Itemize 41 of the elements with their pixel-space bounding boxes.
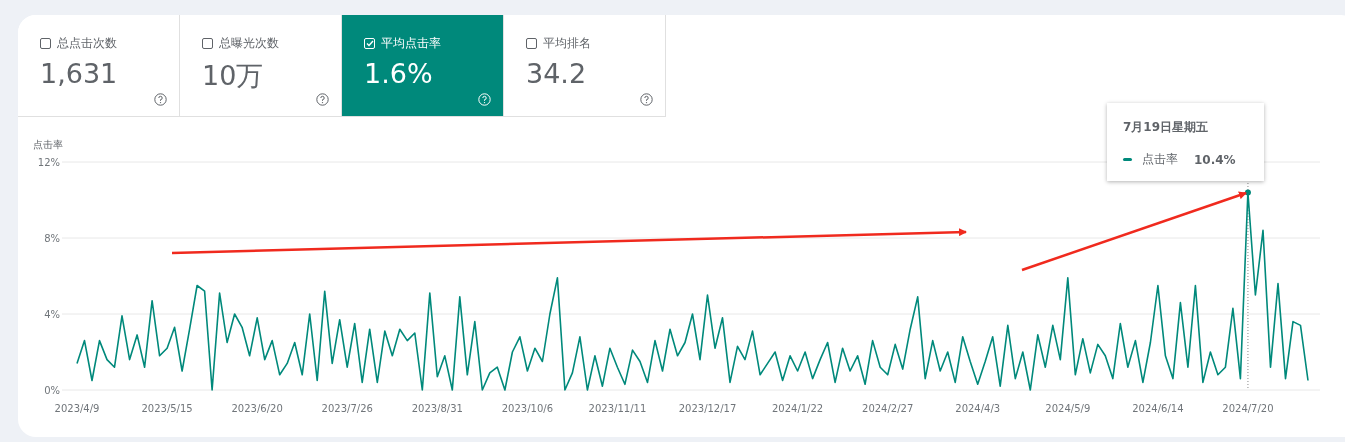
tick-label: 2024/6/14 — [1132, 403, 1184, 414]
tick-label: 2024/4/3 — [955, 403, 1001, 414]
checkbox[interactable] — [526, 38, 537, 49]
tick-label: 2023/12/17 — [678, 403, 737, 414]
metric-tab[interactable]: 总曝光次数 10万 — [180, 15, 342, 117]
metric-value: 34.2 — [526, 58, 588, 89]
checkbox[interactable] — [202, 38, 213, 49]
tick-label: 2023/11/11 — [588, 403, 647, 414]
tick-label: 2024/1/22 — [771, 403, 824, 414]
tooltip-date: 7月19日星期五 — [1123, 119, 1210, 136]
axis-title: 点击率 — [33, 139, 63, 150]
help-icon[interactable] — [316, 93, 329, 106]
tooltip-value: 10.4% — [1194, 152, 1236, 167]
tick-label: 2023/4/9 — [54, 403, 100, 414]
metric-label: 平均排名 — [543, 35, 591, 52]
tick-label: 2023/7/26 — [321, 403, 373, 414]
help-icon[interactable] — [640, 93, 653, 106]
metric-label: 总点击次数 — [57, 35, 117, 52]
tick-label: 2023/5/15 — [141, 403, 193, 414]
tick-label: 2023/10/6 — [501, 403, 553, 414]
tick-label: 2023/6/20 — [231, 403, 283, 414]
series-label: 点击率 — [1142, 151, 1178, 168]
tick-label: 2024/7/20 — [1222, 403, 1274, 414]
metric-value: 1.6% — [364, 58, 434, 89]
tick-label: 2024/5/9 — [1045, 403, 1091, 414]
metric-label: 平均点击率 — [381, 35, 441, 52]
tick-label: 12% — [37, 157, 60, 168]
help-icon[interactable] — [154, 93, 167, 106]
tick-label: 4% — [44, 309, 60, 320]
tick-label: 2023/8/31 — [411, 403, 463, 414]
checkbox[interactable] — [40, 38, 51, 49]
metric-tab[interactable]: 平均排名 34.2 — [504, 15, 666, 117]
tick-label: 8% — [44, 233, 60, 244]
metric-tab[interactable]: 总点击次数 1,631 — [18, 15, 180, 117]
data-point — [1244, 189, 1251, 196]
tick-label: 2024/2/27 — [862, 403, 914, 414]
metric-value: 10万 — [202, 59, 265, 93]
legend-icon — [1123, 158, 1132, 161]
metric-value: 1,631 — [40, 58, 119, 89]
tick-label: 0% — [44, 385, 60, 396]
metric-label: 总曝光次数 — [219, 35, 279, 52]
